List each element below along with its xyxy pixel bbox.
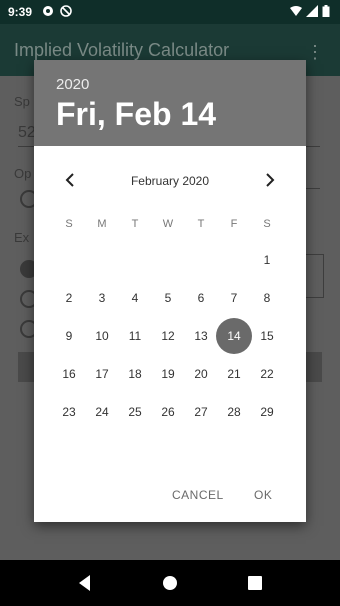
- weekday-label: W: [162, 218, 174, 230]
- calendar-day[interactable]: 18: [117, 356, 153, 392]
- bg-box: [304, 254, 324, 298]
- calendar-day[interactable]: 27: [183, 394, 219, 430]
- calendar-day[interactable]: 4: [117, 280, 153, 316]
- weekday-label: T: [131, 218, 139, 230]
- calendar-day[interactable]: 6: [183, 280, 219, 316]
- signal-icon: [306, 5, 318, 17]
- calendar-day[interactable]: 28: [216, 394, 252, 430]
- notification-icon: [43, 6, 53, 16]
- calendar-day-selected[interactable]: 14: [216, 318, 252, 354]
- calendar-day[interactable]: 21: [216, 356, 252, 392]
- overflow-menu-icon[interactable]: ⋮: [306, 42, 324, 63]
- bg-divider: [306, 188, 320, 189]
- status-bar: 9:39: [0, 0, 340, 24]
- chevron-right-icon: [266, 173, 275, 187]
- bg-label-3: Ex: [14, 230, 30, 245]
- calendar-day[interactable]: 11: [117, 318, 153, 354]
- next-month-button[interactable]: [258, 168, 282, 192]
- do-not-disturb-icon: [60, 5, 72, 17]
- system-nav-bar: [0, 560, 340, 606]
- app-title: Implied Volatility Calculator: [14, 40, 230, 60]
- calendar-day[interactable]: 13: [183, 318, 219, 354]
- calendar-day[interactable]: 25: [117, 394, 153, 430]
- calendar-day[interactable]: 16: [51, 356, 87, 392]
- weekday-label: M: [97, 218, 107, 230]
- calendar-day[interactable]: 24: [84, 394, 120, 430]
- battery-icon: [322, 5, 330, 17]
- selected-year[interactable]: 2020: [56, 76, 89, 93]
- home-icon[interactable]: [159, 572, 181, 594]
- date-picker-dialog: 2020 Fri, Feb 14 February 2020 SMTWTFS 1…: [34, 60, 306, 522]
- calendar-day[interactable]: 10: [84, 318, 120, 354]
- recents-icon[interactable]: [244, 572, 266, 594]
- weekday-label: F: [230, 218, 238, 230]
- calendar-day[interactable]: 5: [150, 280, 186, 316]
- calendar-day[interactable]: 9: [51, 318, 87, 354]
- bg-label-1: Sp: [14, 94, 30, 109]
- bg-label-2: Op: [14, 166, 32, 181]
- weekday-label: S: [65, 218, 73, 230]
- calendar-day[interactable]: 29: [249, 394, 285, 430]
- weekday-label: S: [263, 218, 271, 230]
- ok-button[interactable]: OK: [254, 488, 272, 502]
- back-icon[interactable]: [74, 572, 96, 594]
- status-time: 9:39: [8, 5, 33, 19]
- date-picker-header: 2020 Fri, Feb 14: [34, 60, 306, 146]
- cancel-button[interactable]: CANCEL: [172, 488, 224, 502]
- weekday-label: T: [197, 218, 205, 230]
- calendar-day[interactable]: 22: [249, 356, 285, 392]
- calendar-day[interactable]: 23: [51, 394, 87, 430]
- calendar-day[interactable]: 1: [249, 242, 285, 278]
- calendar-day[interactable]: 8: [249, 280, 285, 316]
- calendar-day[interactable]: 3: [84, 280, 120, 316]
- calendar-day[interactable]: 2: [51, 280, 87, 316]
- selected-date[interactable]: Fri, Feb 14: [56, 96, 216, 133]
- calendar-day[interactable]: 15: [249, 318, 285, 354]
- wifi-icon: [290, 6, 302, 16]
- calendar-day[interactable]: 19: [150, 356, 186, 392]
- calendar-day[interactable]: 7: [216, 280, 252, 316]
- calendar-day[interactable]: 26: [150, 394, 186, 430]
- calendar-day[interactable]: 20: [183, 356, 219, 392]
- calendar-day[interactable]: 17: [84, 356, 120, 392]
- calendar-day[interactable]: 12: [150, 318, 186, 354]
